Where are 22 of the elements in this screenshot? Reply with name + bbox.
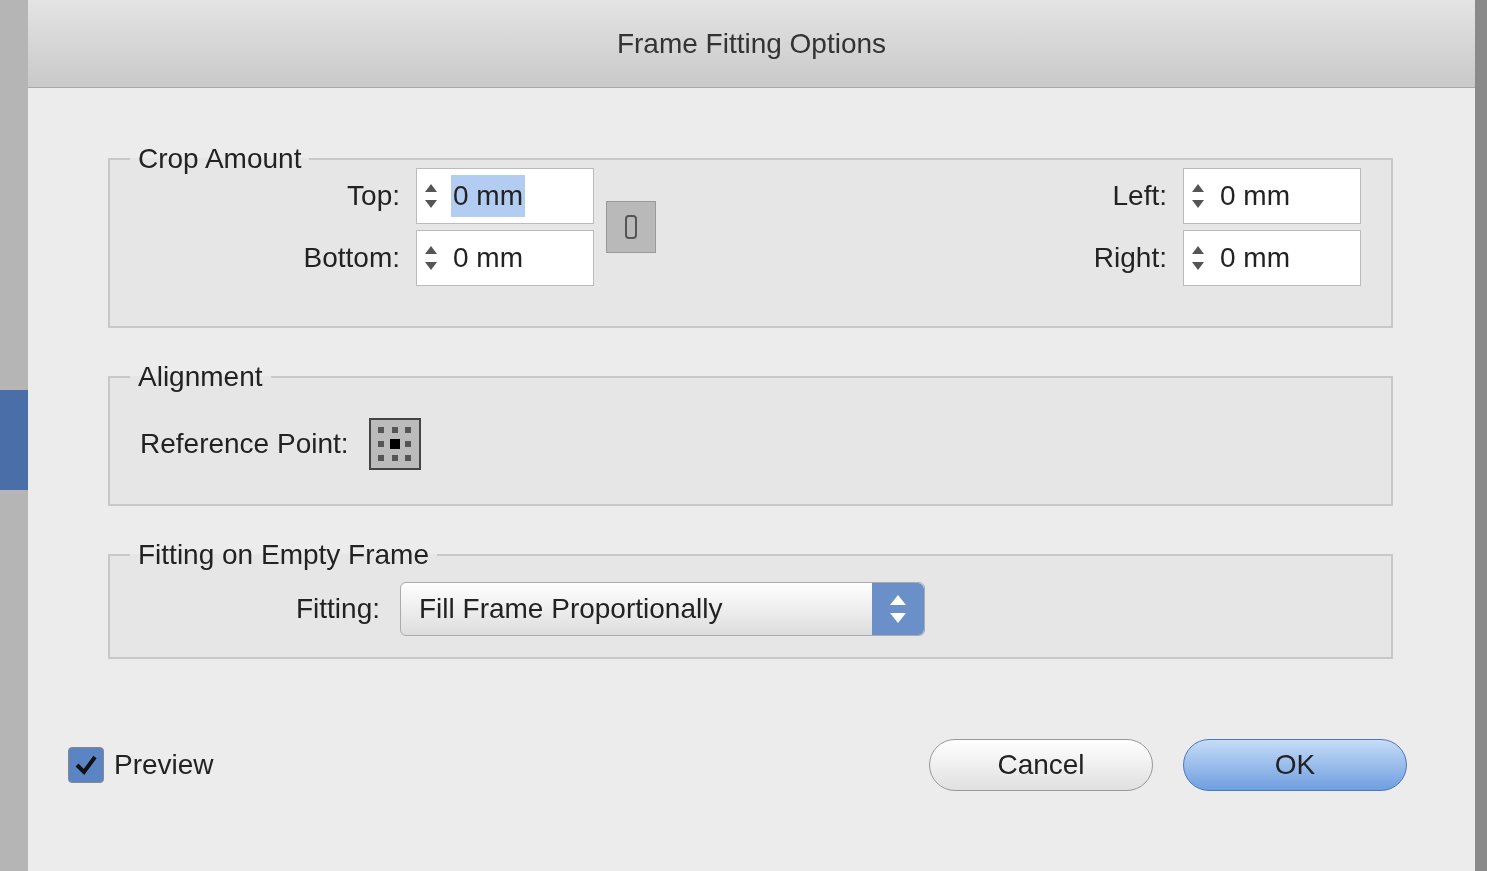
number-field[interactable]: 0 mm bbox=[416, 168, 594, 224]
number-field[interactable]: 0 mm bbox=[1183, 230, 1361, 286]
number-field[interactable]: 0 mm bbox=[1183, 168, 1361, 224]
reference-point-icon[interactable] bbox=[368, 418, 421, 470]
checkbox-label: Preview bbox=[114, 748, 214, 782]
field-label: Left: bbox=[1111, 179, 1167, 213]
field-label: Right: bbox=[1092, 241, 1167, 275]
window-title: Frame Fitting Options bbox=[616, 26, 887, 61]
updown-arrows-icon bbox=[872, 583, 924, 635]
field-label: Reference Point: bbox=[140, 427, 349, 461]
group-title: Alignment bbox=[137, 360, 264, 394]
fitting-dropdown[interactable]: Fill Frame Proportionally bbox=[400, 582, 925, 636]
field-label: Bottom: bbox=[302, 241, 400, 275]
preview-checkbox[interactable] bbox=[68, 747, 104, 783]
dialog-button[interactable]: OK bbox=[1183, 739, 1407, 791]
number-field[interactable]: 0 mm bbox=[416, 230, 594, 286]
group-title: Crop Amount bbox=[137, 142, 303, 176]
field-label: Top: bbox=[346, 179, 400, 213]
link-icon[interactable] bbox=[606, 201, 656, 253]
group-title: Fitting on Empty Frame bbox=[137, 538, 430, 572]
field-label: Fitting: bbox=[294, 592, 380, 626]
dialog-button[interactable]: Cancel bbox=[929, 739, 1153, 791]
